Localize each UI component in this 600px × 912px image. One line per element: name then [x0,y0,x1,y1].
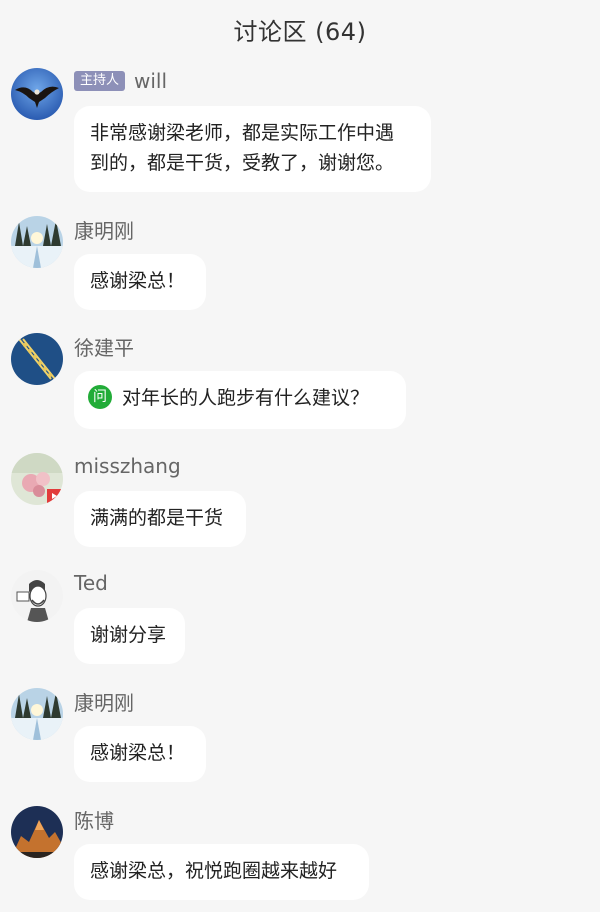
comment-header: misszhang [74,453,181,479]
comment-header: 陈博 [74,805,114,834]
comment-text-line: 对年长的人跑步有什么建议？ [122,387,370,409]
question-bubble: 问对年长的人跑步有什么建议？ [74,371,406,429]
eagle-avatar-icon[interactable] [11,68,63,120]
username[interactable]: Ted [74,571,108,595]
comment-text-line: 谢谢分享 [90,624,167,646]
username[interactable]: misszhang [74,454,181,478]
page-title: 讨论区 (64) [233,18,367,46]
username[interactable]: 康明刚 [74,215,134,244]
comment-text-line: 感谢梁总！ [90,270,186,292]
username[interactable]: 徐建平 [74,332,134,361]
comment-text-line: 到的，都是干货，受教了，谢谢您。 [90,152,395,174]
comment-text-line: 感谢梁总！ [90,742,186,764]
comment-text-line: 非常感谢梁老师，都是实际工作中遇 [90,122,395,144]
question-icon: 问 [88,384,112,409]
comment-bubble: 感谢梁总，祝悦跑圈越来越好 [74,844,369,900]
comment-header: 康明刚 [74,215,134,244]
comment-bubble: 非常感谢梁老师，都是实际工作中遇 到的，都是干货，受教了，谢谢您。 [74,106,431,192]
username[interactable]: will [134,69,167,93]
username[interactable]: 陈博 [74,805,114,834]
comment-text-line: 满满的都是干货 [90,507,224,529]
discussion-header: 讨论区 (64) [0,0,600,56]
mountain-avatar-icon[interactable] [11,806,63,858]
comment-bubble: 满满的都是干货 [74,491,246,547]
comment-header: Ted [74,570,108,596]
comment-header: 康明刚 [74,687,134,716]
flowers-avatar-icon[interactable] [11,453,63,505]
rowing-avatar-icon[interactable] [11,333,63,385]
winter-forest-avatar-icon[interactable] [11,216,63,268]
comment-header: 主持人 will [74,68,167,94]
cartoon-portrait-avatar-icon[interactable] [11,570,63,622]
comment-bubble: 感谢梁总！ [74,254,206,310]
host-badge: 主持人 [74,71,126,91]
winter-forest-avatar-icon[interactable] [11,688,63,740]
comment-bubble: 感谢梁总！ [74,726,206,782]
comment-text-line: 感谢梁总，祝悦跑圈越来越好 [90,860,338,882]
username[interactable]: 康明刚 [74,687,134,716]
comment-bubble: 谢谢分享 [74,608,185,664]
comment-header: 徐建平 [74,332,134,361]
